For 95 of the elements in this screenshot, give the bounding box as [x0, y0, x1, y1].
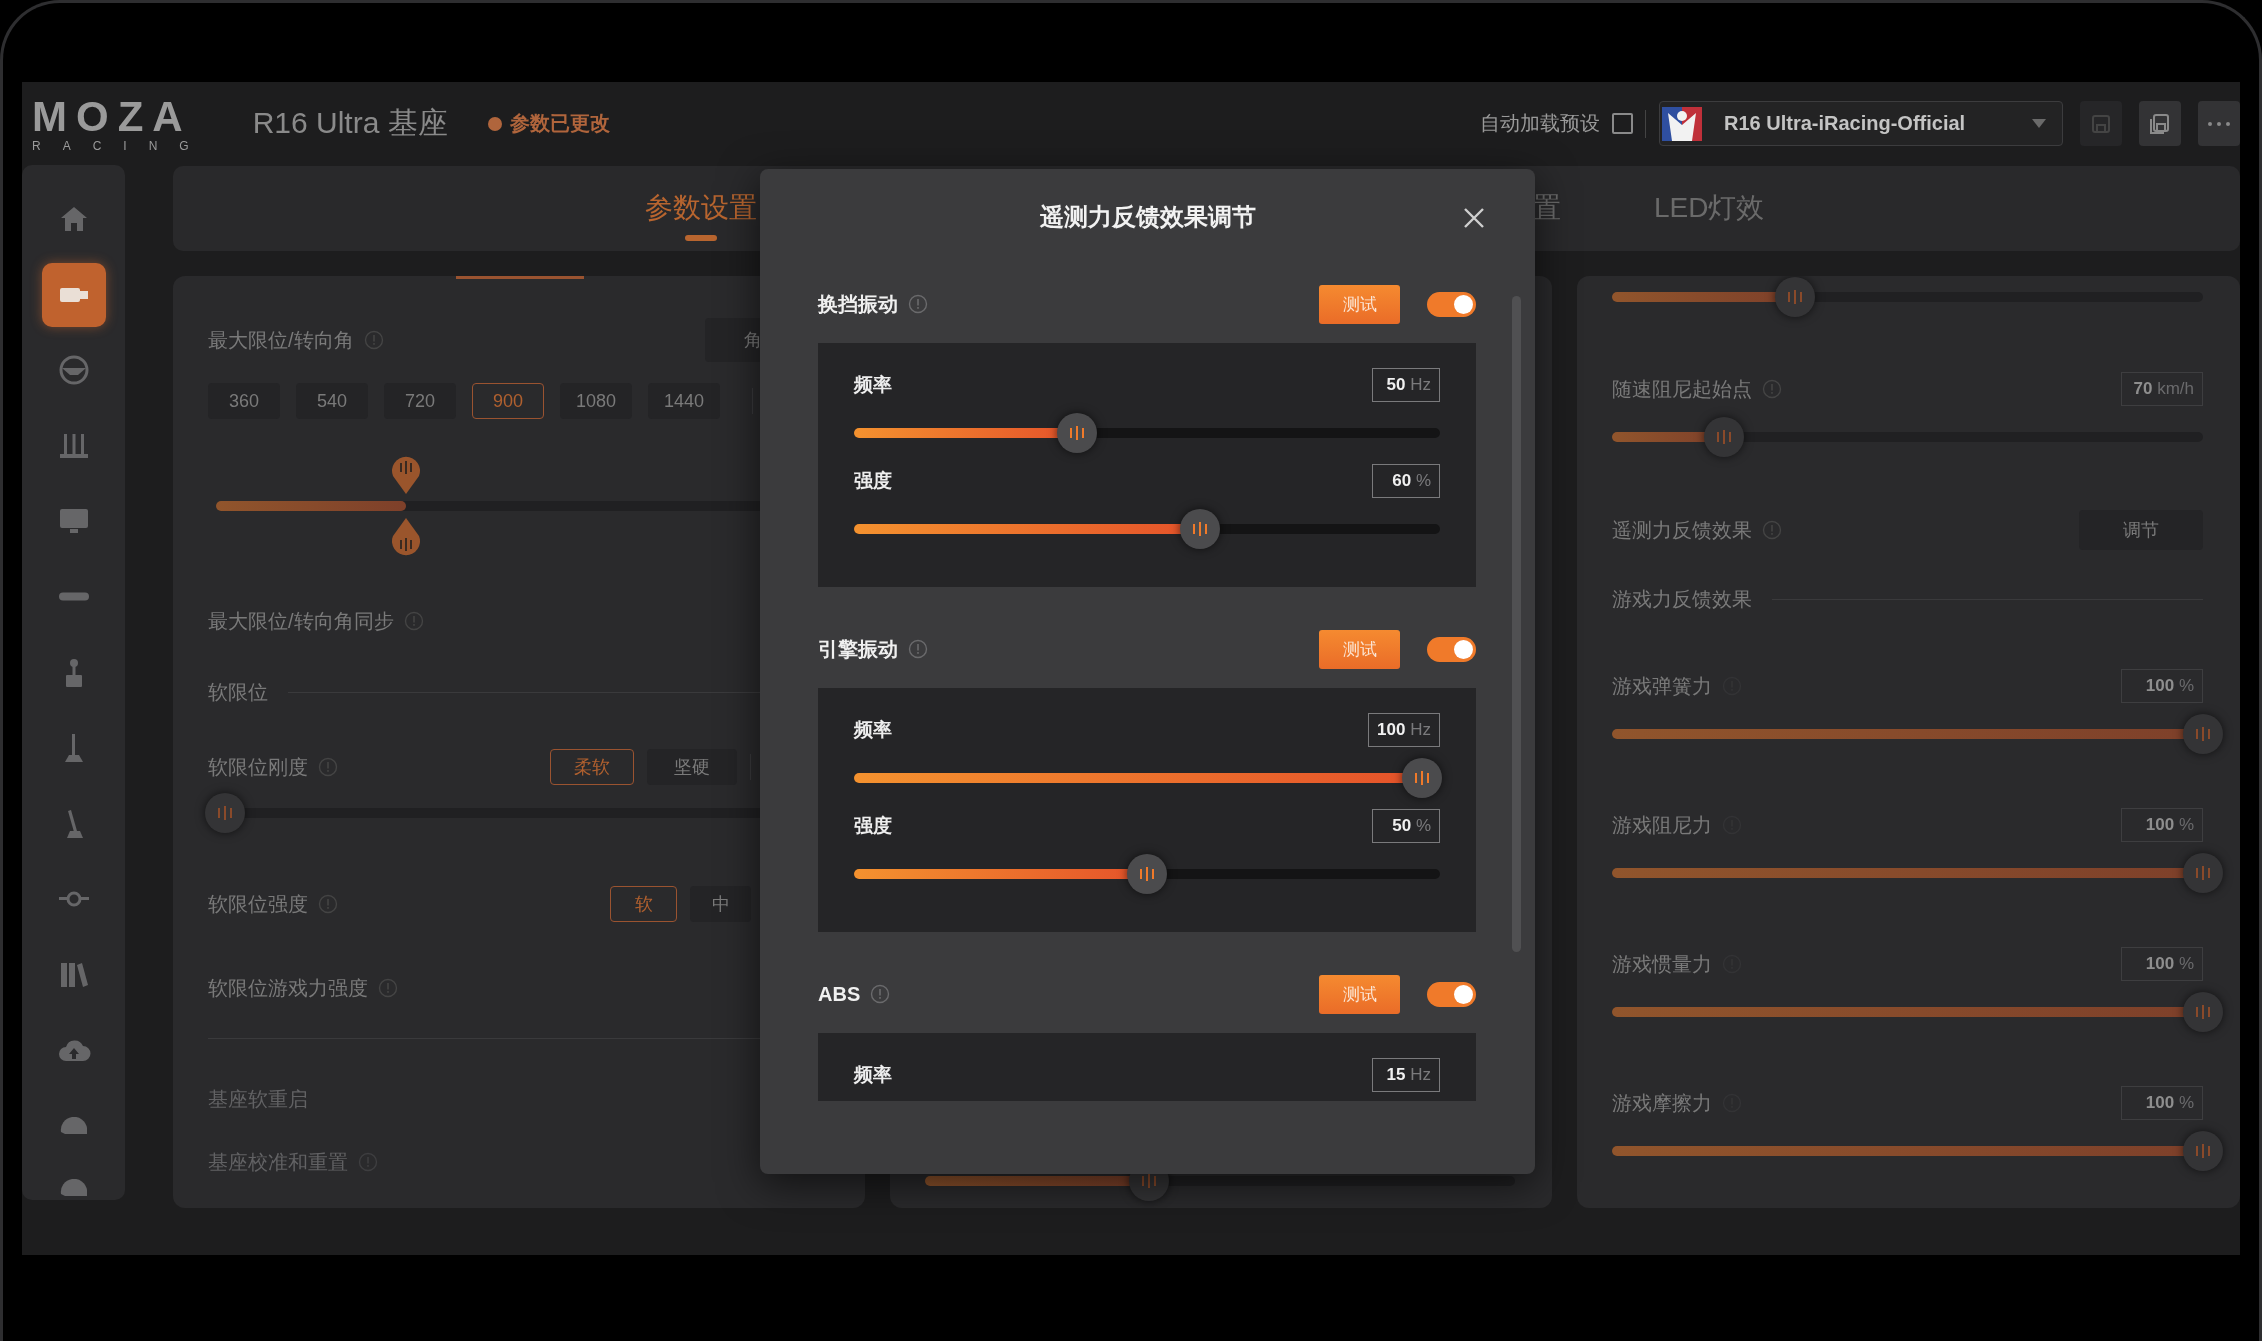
param-label: 强度 — [854, 469, 892, 493]
effect-title: 换挡振动 — [818, 291, 898, 317]
slider-handle[interactable] — [1775, 277, 1816, 317]
info-icon[interactable] — [363, 330, 384, 350]
option-button[interactable]: 1080 — [560, 383, 632, 419]
slider-handle[interactable] — [1179, 509, 1220, 549]
param-label: 频率 — [854, 718, 892, 742]
info-icon[interactable] — [908, 294, 928, 314]
sidebar-item[interactable] — [41, 262, 106, 327]
option-button[interactable]: 软 — [610, 886, 677, 922]
bar-icon — [56, 592, 91, 602]
save-as-icon — [2148, 111, 2172, 136]
setting-label: 遥测力反馈效果 — [1612, 517, 1752, 543]
slider-handle[interactable] — [2183, 714, 2223, 754]
value-field[interactable]: 15 Hz — [1372, 1058, 1440, 1092]
preset-dropdown[interactable]: R16 Ultra-iRacing-Official — [1659, 101, 2063, 146]
value-field[interactable]: 100 Hz — [1368, 713, 1440, 747]
dialog-title: 遥测力反馈效果调节 — [1039, 201, 1256, 232]
close-icon — [1463, 207, 1485, 229]
toggle-switch[interactable] — [1427, 291, 1476, 317]
option-button[interactable]: 坚硬 — [647, 749, 737, 785]
device-title: R16 Ultra 基座 — [252, 105, 448, 141]
value-field[interactable]: 70 km/h — [2121, 372, 2203, 406]
info-icon[interactable] — [403, 611, 424, 631]
slider-handle[interactable] — [1127, 854, 1167, 894]
slider-handle[interactable] — [2183, 1131, 2223, 1171]
setting-label: 软限位游戏力强度 — [208, 975, 368, 1001]
setting-label: 最大限位/转向角同步 — [208, 608, 394, 634]
adjust-button[interactable]: 调节 — [2079, 510, 2203, 550]
option-button[interactable]: 900 — [472, 383, 544, 419]
option-button[interactable]: 720 — [384, 383, 456, 419]
value-field[interactable]: 100 % — [2121, 808, 2203, 842]
value-field[interactable]: 50 % — [1372, 809, 1440, 843]
setting-label: 最大限位/转向角 — [208, 327, 354, 353]
test-button[interactable]: 测试 — [1319, 284, 1400, 324]
info-icon[interactable] — [318, 894, 338, 914]
setting-label: 软限位刚度 — [208, 754, 308, 780]
setting-label: 软限位强度 — [208, 891, 308, 917]
status-text: 参数已更改 — [509, 111, 610, 136]
slider-handle[interactable] — [205, 793, 245, 833]
logo-tagline: RACING — [32, 139, 211, 152]
tab[interactable]: 置 — [1533, 190, 1561, 227]
preset-icon — [1662, 106, 1702, 141]
logo-wordmark: MOZA — [32, 95, 192, 138]
save-as-button[interactable] — [2139, 101, 2181, 146]
setting-label: 游戏弹簧力 — [1612, 673, 1712, 699]
info-icon[interactable] — [378, 978, 398, 998]
option-button[interactable]: 1440 — [648, 383, 720, 419]
info-icon[interactable] — [1762, 520, 1782, 540]
toggle-switch[interactable] — [1427, 981, 1476, 1007]
test-button[interactable]: 测试 — [1319, 974, 1400, 1014]
value-field[interactable]: 100 % — [2121, 1086, 2203, 1120]
save-icon — [2090, 112, 2112, 135]
section-title: 游戏力反馈效果 — [1612, 586, 1752, 612]
test-button[interactable]: 测试 — [1319, 629, 1400, 669]
tab[interactable]: 参数设置 — [645, 176, 757, 241]
info-icon[interactable] — [908, 639, 928, 659]
value-field[interactable]: 50 Hz — [1372, 368, 1440, 402]
option-button[interactable]: 中 — [690, 886, 751, 922]
auto-load-label: 自动加载预设 — [1480, 111, 1600, 136]
slider-handle[interactable] — [1056, 413, 1097, 453]
value-field[interactable]: 60 % — [1372, 464, 1440, 498]
option-button[interactable]: 360 — [208, 383, 280, 419]
setting-label: 随速阻尼起始点 — [1612, 376, 1752, 402]
slider-handle[interactable] — [389, 518, 422, 558]
caret-icon — [2032, 119, 2046, 128]
slider-handle[interactable] — [2183, 853, 2223, 893]
info-icon[interactable] — [870, 984, 891, 1004]
setting-label: 游戏惯量力 — [1612, 951, 1712, 977]
slider-handle[interactable] — [1704, 417, 1745, 457]
status-dot — [487, 116, 502, 131]
auto-load-checkbox[interactable] — [1612, 113, 1633, 134]
info-icon[interactable] — [318, 757, 338, 777]
toggle-switch[interactable] — [1427, 636, 1476, 662]
effect-title: 引擎振动 — [818, 636, 898, 662]
action-label[interactable]: 基座软重启 — [208, 1085, 308, 1113]
tab[interactable]: LED灯效 — [1654, 190, 1765, 227]
setting-label: 游戏阻尼力 — [1612, 812, 1712, 838]
info-icon[interactable] — [1762, 379, 1782, 399]
setting-label: 游戏摩擦力 — [1612, 1090, 1712, 1116]
value-field[interactable]: 100 % — [2121, 669, 2203, 703]
section-title: 软限位 — [208, 679, 268, 705]
option-button[interactable]: 540 — [296, 383, 368, 419]
param-label: 频率 — [854, 373, 892, 397]
option-button[interactable]: 柔软 — [550, 749, 634, 785]
param-label: 强度 — [854, 814, 892, 838]
slider-handle[interactable] — [389, 454, 422, 494]
slider-handle[interactable] — [1402, 758, 1443, 798]
param-label: 频率 — [854, 1063, 892, 1087]
more-button[interactable] — [2198, 101, 2240, 146]
effect-title: ABS — [818, 982, 861, 1006]
slider-handle[interactable] — [2183, 992, 2223, 1032]
more-icon — [2207, 120, 2231, 127]
action-label[interactable]: 基座校准和重置 — [208, 1148, 348, 1176]
value-field[interactable]: 100 % — [2121, 947, 2203, 981]
